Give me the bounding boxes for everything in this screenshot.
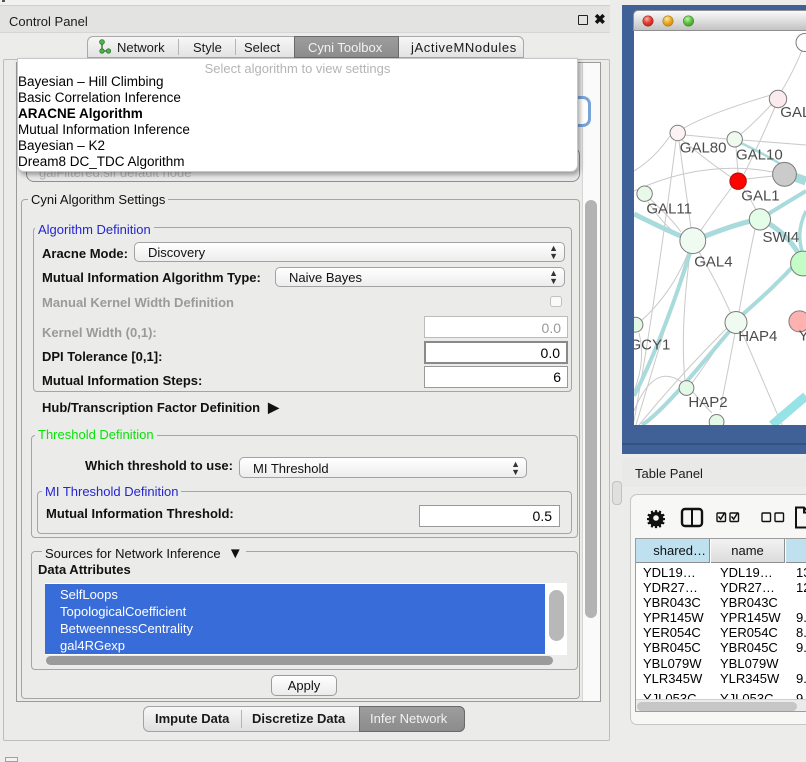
svg-text:GCY1: GCY1	[634, 337, 670, 354]
svg-text:GAL: GAL	[780, 104, 806, 121]
svg-text:GAL11: GAL11	[646, 201, 692, 218]
svg-text:SWI4: SWI4	[763, 229, 800, 246]
svg-text:Y: Y	[799, 327, 806, 344]
svg-text:GAL1: GAL1	[741, 187, 779, 204]
svg-text:GAL80: GAL80	[680, 140, 727, 157]
svg-text:HAP2: HAP2	[688, 394, 727, 411]
svg-text:GAL4: GAL4	[694, 253, 732, 270]
svg-text:HAP4: HAP4	[738, 328, 777, 345]
svg-text:GAL10: GAL10	[736, 147, 783, 164]
